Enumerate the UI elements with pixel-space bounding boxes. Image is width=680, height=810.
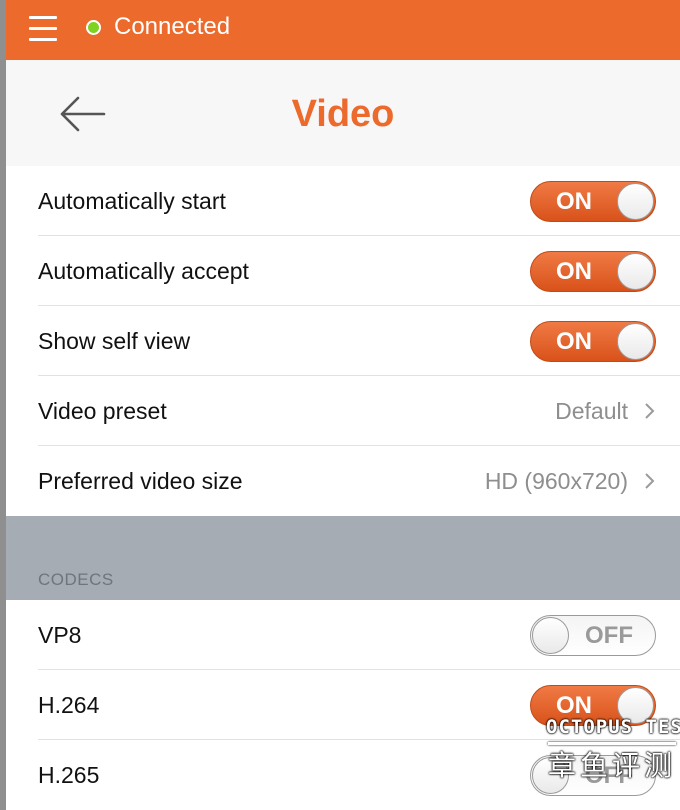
watermark-chinese-text: 章鱼评测 bbox=[548, 750, 677, 781]
setting-label: Video preset bbox=[38, 398, 167, 424]
automatically-start-toggle[interactable]: ON bbox=[530, 181, 656, 222]
codecs-section-background: CODECS bbox=[6, 516, 680, 600]
connection-status-text: Connected bbox=[114, 13, 231, 40]
show-self-view-toggle[interactable]: ON bbox=[530, 321, 656, 362]
setting-label: Show self view bbox=[38, 328, 191, 354]
toggle-state-label: ON bbox=[556, 188, 592, 215]
video-settings-list: Automatically start ON Automatically acc… bbox=[6, 166, 680, 516]
chevron-right-icon bbox=[645, 473, 655, 489]
codec-label: H.265 bbox=[38, 762, 100, 788]
toggle-knob bbox=[617, 253, 654, 290]
vp8-toggle[interactable]: OFF bbox=[530, 615, 656, 656]
setting-label: Automatically start bbox=[38, 188, 226, 214]
chevron-right-icon bbox=[645, 403, 655, 419]
setting-value: HD (960x720) bbox=[484, 468, 628, 494]
setting-row-show-self-view: Show self view ON bbox=[6, 306, 680, 376]
status-bar: Connected bbox=[6, 0, 680, 60]
automatically-accept-toggle[interactable]: ON bbox=[530, 251, 656, 292]
setting-row-automatically-start: Automatically start ON bbox=[6, 166, 680, 236]
setting-value: Default bbox=[555, 398, 628, 424]
setting-row-automatically-accept: Automatically accept ON bbox=[6, 236, 680, 306]
setting-row-preferred-video-size[interactable]: Preferred video size HD (960x720) bbox=[6, 446, 680, 516]
setting-label: Preferred video size bbox=[38, 468, 243, 494]
toggle-knob bbox=[532, 617, 569, 654]
codec-row-vp8: VP8 OFF bbox=[6, 600, 680, 670]
hamburger-menu-icon[interactable] bbox=[25, 12, 59, 46]
codecs-section-header: CODECS bbox=[38, 570, 114, 589]
watermark-english-text: OCTOPUS TEST bbox=[546, 716, 680, 738]
codec-label: H.264 bbox=[38, 692, 100, 718]
setting-label: Automatically accept bbox=[38, 258, 249, 284]
toggle-state-label: ON bbox=[556, 328, 592, 355]
octopus-test-watermark: OCTOPUS TEST 章鱼评测 bbox=[546, 716, 680, 810]
page-title: Video bbox=[291, 93, 395, 135]
toggle-state-label: OFF bbox=[585, 622, 633, 649]
toggle-knob bbox=[617, 183, 654, 220]
toggle-state-label: ON bbox=[556, 258, 592, 285]
setting-row-video-preset[interactable]: Video preset Default bbox=[6, 376, 680, 446]
page-header: Video bbox=[6, 60, 680, 167]
connection-status-dot-icon bbox=[86, 20, 101, 35]
toggle-knob bbox=[617, 323, 654, 360]
codec-label: VP8 bbox=[38, 622, 82, 648]
